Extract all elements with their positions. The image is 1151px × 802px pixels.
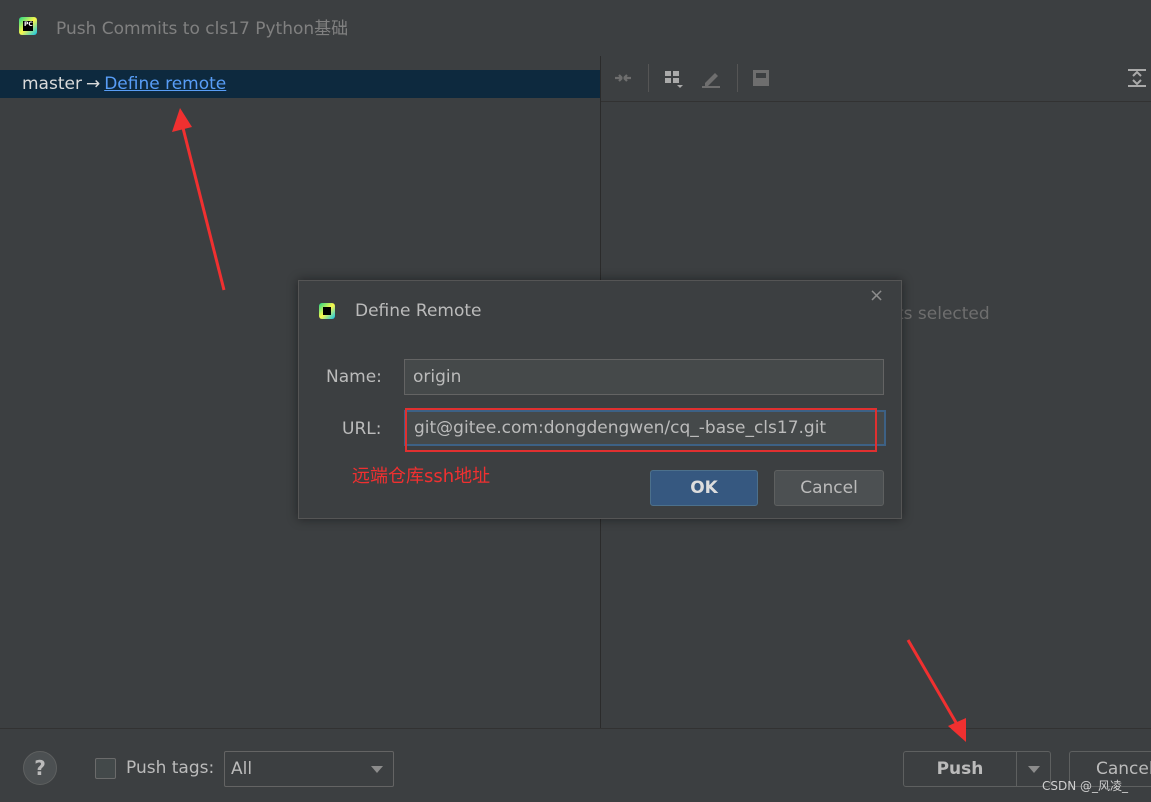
url-label: URL: <box>342 419 382 439</box>
group-by-icon[interactable] <box>661 66 685 90</box>
ok-button[interactable]: OK <box>650 470 758 506</box>
expand-icon[interactable] <box>1125 66 1149 90</box>
chevron-down-icon <box>371 766 383 773</box>
url-input[interactable] <box>404 410 886 446</box>
annotation-hint: 远端仓库ssh地址 <box>352 466 491 487</box>
window-title: Push Commits to cls17 Python基础 <box>56 18 349 39</box>
toolbar-separator <box>648 64 649 92</box>
name-label: Name: <box>326 367 382 387</box>
watermark: CSDN @_风凌_ <box>1042 779 1129 793</box>
push-tags-select[interactable]: All <box>224 751 394 787</box>
details-toolbar <box>601 56 1151 102</box>
arrow-icon: → <box>85 74 101 94</box>
help-button[interactable]: ? <box>23 751 57 785</box>
toolbar-separator <box>737 64 738 92</box>
define-remote-dialog: Define Remote × Name: URL: 远端仓库ssh地址 OK … <box>298 280 902 519</box>
define-remote-link[interactable]: Define remote <box>104 74 226 94</box>
dialog-cancel-button[interactable]: Cancel <box>774 470 884 506</box>
save-icon[interactable] <box>749 66 773 90</box>
push-tags-checkbox[interactable] <box>95 758 116 779</box>
bottom-bar: ? Push tags: All Push Cancel CSDN @_风凌_ <box>0 728 1151 802</box>
pycharm-icon: PC <box>19 17 37 35</box>
edit-icon[interactable] <box>699 66 723 90</box>
push-tags-label[interactable]: Push tags: <box>126 758 214 778</box>
empty-details-text: ts selected <box>897 304 990 324</box>
name-input[interactable] <box>404 359 884 395</box>
push-commits-window: PC Push Commits to cls17 Python基础 master… <box>0 0 1151 802</box>
branch-row[interactable]: master → Define remote <box>0 70 600 98</box>
close-icon[interactable]: × <box>869 285 884 306</box>
push-button[interactable]: Push <box>903 751 1017 787</box>
push-tags-value: All <box>231 759 253 779</box>
dialog-title: Define Remote <box>355 301 482 321</box>
title-bar: PC Push Commits to cls17 Python基础 <box>0 0 1151 52</box>
branch-name: master <box>22 74 82 94</box>
pycharm-icon <box>319 303 335 319</box>
collapse-icon[interactable] <box>611 66 635 90</box>
